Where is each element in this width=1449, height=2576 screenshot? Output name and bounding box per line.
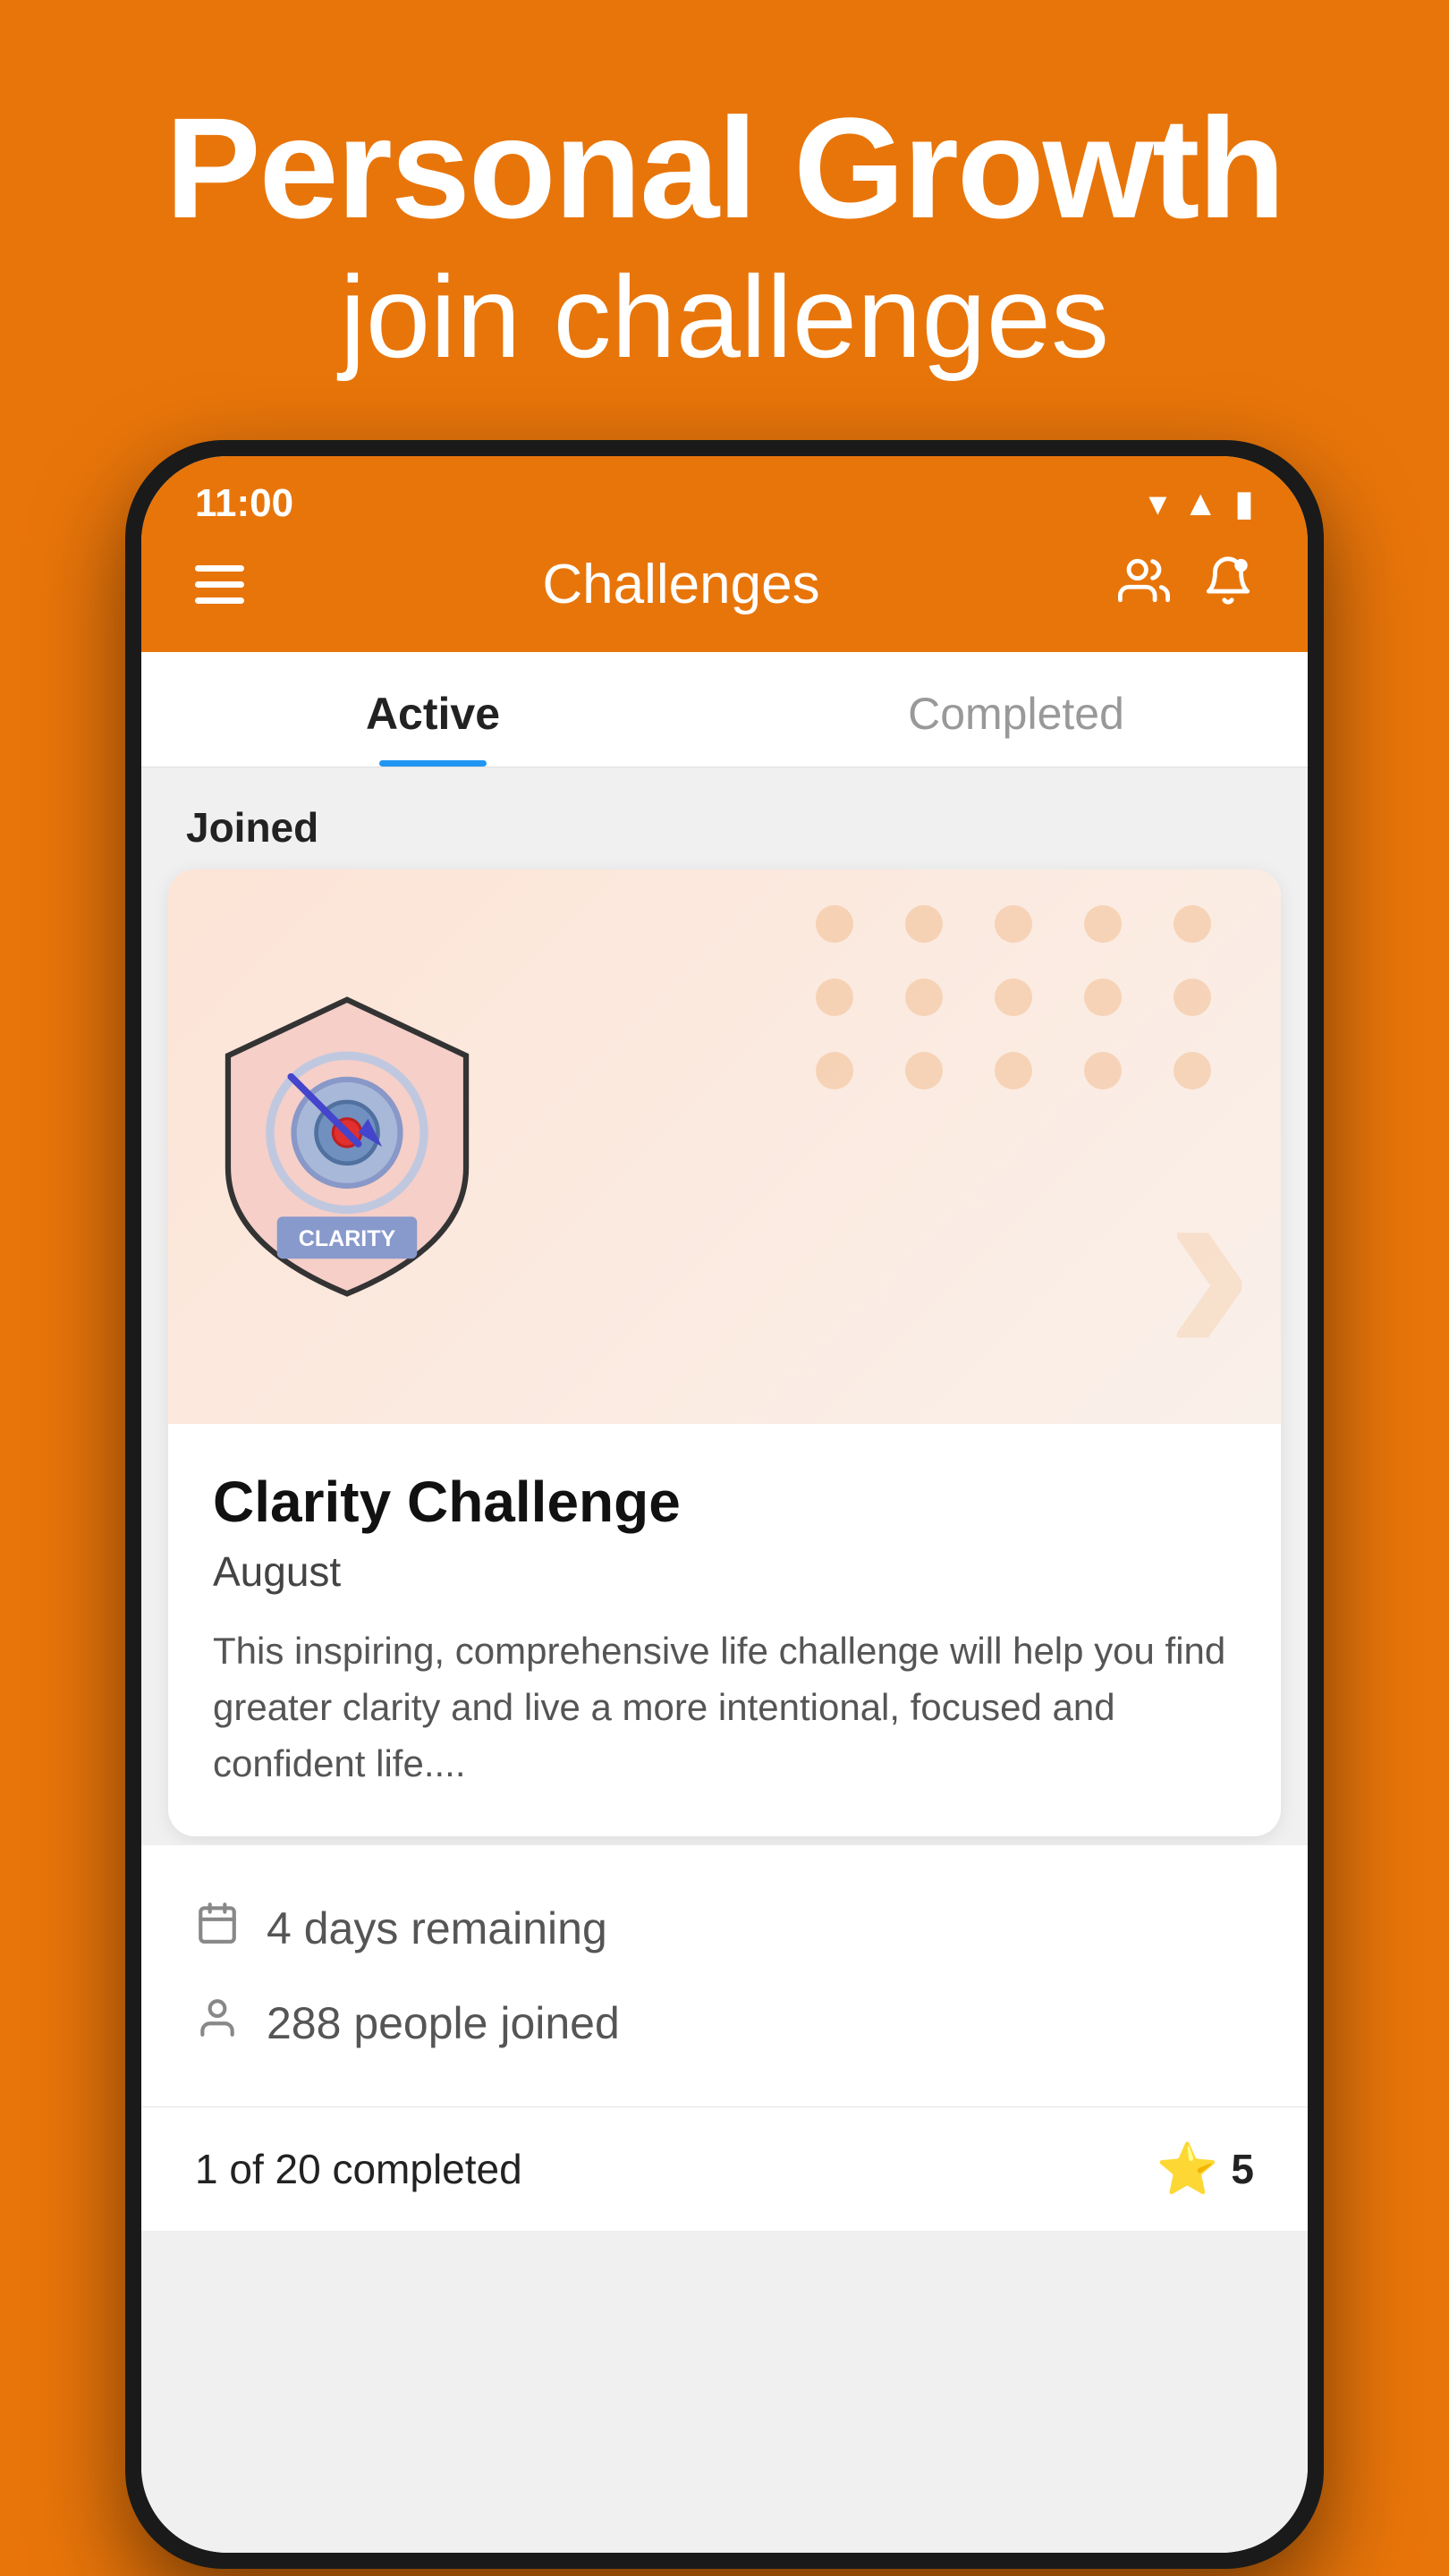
dot: [1174, 905, 1211, 943]
bottom-bar: 1 of 20 completed ⭐ 5: [141, 2106, 1308, 2231]
dot: [905, 979, 943, 1016]
star-icon: ⭐: [1157, 2140, 1219, 2199]
status-icons: ▾ ▲ ▮: [1148, 483, 1254, 524]
dot: [816, 1052, 853, 1089]
dot: [1174, 979, 1211, 1016]
dot: [816, 979, 853, 1016]
card-body: Clarity Challenge August This inspiring,…: [168, 1424, 1281, 1836]
status-time: 11:00: [195, 481, 293, 526]
tab-bar: Active Completed: [141, 652, 1308, 767]
card-image-area: ›: [168, 869, 1281, 1424]
card-title: Clarity Challenge: [213, 1469, 1236, 1535]
challenge-badge-icon: CLARITY: [204, 986, 490, 1308]
menu-button[interactable]: [195, 565, 244, 604]
phone-frame: 11:00 ▾ ▲ ▮ Challenges: [125, 440, 1324, 2569]
days-remaining-row: 4 days remaining: [195, 1881, 1254, 1976]
dot: [1174, 1052, 1211, 1089]
info-panel: 4 days remaining 288 people joined: [141, 1845, 1308, 2106]
status-bar: 11:00 ▾ ▲ ▮: [141, 456, 1308, 535]
person-icon: [195, 1996, 240, 2051]
phone-screen: 11:00 ▾ ▲ ▮ Challenges: [141, 456, 1308, 2553]
dot: [905, 905, 943, 943]
hero-section: Personal Growth join challenges: [112, 0, 1337, 440]
days-remaining-text: 4 days remaining: [267, 1902, 607, 1954]
people-joined-row: 288 people joined: [195, 1976, 1254, 2071]
card-month: August: [213, 1547, 1236, 1596]
people-icon[interactable]: [1118, 555, 1170, 615]
hamburger-line-1: [195, 565, 244, 572]
dot: [1084, 905, 1122, 943]
notification-bell-icon[interactable]: [1202, 555, 1254, 615]
hamburger-line-2: [195, 581, 244, 588]
completed-progress-text: 1 of 20 completed: [195, 2145, 522, 2193]
hamburger-line-3: [195, 597, 244, 604]
dot: [905, 1052, 943, 1089]
phone-wrapper: 11:00 ▾ ▲ ▮ Challenges: [107, 440, 1342, 2576]
card-description: This inspiring, comprehensive life chall…: [213, 1623, 1236, 1792]
dot: [1084, 979, 1122, 1016]
challenge-card[interactable]: ›: [168, 869, 1281, 1836]
section-joined-label: Joined: [141, 767, 1308, 869]
calendar-icon: [195, 1901, 240, 1956]
tab-active[interactable]: Active: [141, 652, 724, 767]
stars-badge: ⭐ 5: [1157, 2140, 1254, 2199]
watermark-arrow: ›: [1165, 1129, 1254, 1397]
tab-completed[interactable]: Completed: [724, 652, 1308, 767]
dot: [995, 905, 1032, 943]
content-area: Joined: [141, 767, 1308, 2553]
stars-count: 5: [1231, 2145, 1254, 2193]
app-bar-title: Challenges: [542, 553, 819, 616]
dot: [1084, 1052, 1122, 1089]
dot: [816, 905, 853, 943]
dot: [995, 979, 1032, 1016]
battery-icon: ▮: [1234, 483, 1254, 524]
wifi-icon: ▾: [1148, 483, 1166, 524]
hero-title: Personal Growth: [165, 89, 1284, 247]
dot: [995, 1052, 1032, 1089]
signal-icon: ▲: [1182, 484, 1218, 524]
dots-pattern: [816, 905, 1227, 1089]
people-joined-text: 288 people joined: [267, 1997, 620, 2049]
app-bar-actions: [1118, 555, 1254, 615]
hero-subtitle: join challenges: [165, 247, 1284, 386]
app-bar: Challenges: [141, 535, 1308, 652]
svg-text:CLARITY: CLARITY: [299, 1226, 396, 1251]
